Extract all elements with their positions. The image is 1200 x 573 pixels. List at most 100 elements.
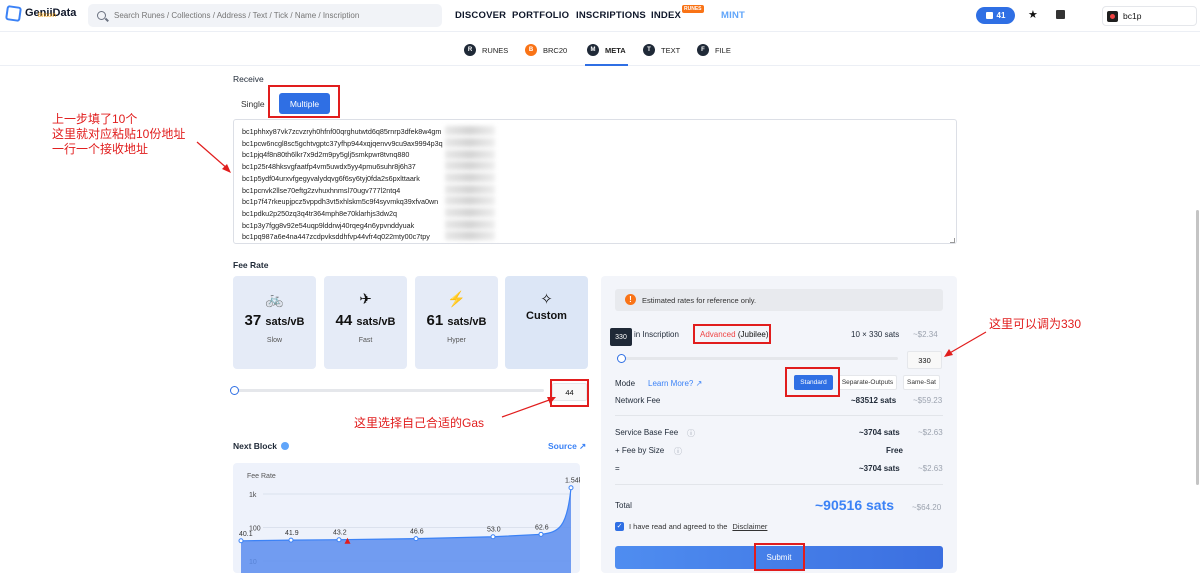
runes-badge: RUNES [682,5,704,13]
address-line: bc1pq987a6e4na447zcdpvksddhfvp44vfr4q022… [242,232,430,242]
redacted-block [445,173,495,182]
nav-inscriptions[interactable]: INSCRIPTIONS [576,10,646,21]
notification-button[interactable]: 41 [976,7,1015,24]
total-usd: ~$64.20 [912,503,942,512]
fee-option-slow[interactable]: 🚲 37 sats/vB Slow [233,276,316,369]
chart-point [568,485,574,491]
tab-brc20[interactable]: B BRC20 [525,44,567,56]
redacted-block [445,231,495,240]
tab-label: BRC20 [543,45,568,55]
fee-slider-handle[interactable] [230,386,239,395]
tab-meta[interactable]: M META [585,44,628,66]
nav-discover[interactable]: DISCOVER [455,10,506,21]
mode-separate-outputs[interactable]: Separate-Outputs [838,375,897,390]
help-icon[interactable]: ⓘ [687,428,695,439]
redacted-block [445,220,495,229]
annotation-arrow [944,331,987,357]
chart-point [336,537,342,543]
tab-runes[interactable]: R RUNES [464,44,508,56]
help-icon[interactable]: ⓘ [674,446,682,457]
fee-option-fast[interactable]: ✈ 44 sats/vB Fast [324,276,407,369]
equals-label: = [615,464,620,473]
fee-name: Hyper [447,337,466,344]
resize-handle[interactable] [950,238,955,243]
mode-label: Mode [615,379,636,388]
fee-chart: Fee Rate1k1001040.141.943.246.653.062.61… [233,463,580,573]
address-line: bc1p5ydf04urxvfgegyvalydqvg6f6sy6tyj0fda… [242,173,420,183]
runes-icon: R [464,44,476,56]
info-icon: ! [625,294,636,305]
highlight-advanced [693,324,771,344]
wallet-button[interactable]: bc1p [1102,6,1197,26]
total-label: Total [615,501,632,510]
nav-mint[interactable]: MINT [721,10,745,21]
address-line: bc1p25r48hksvgfaatfp4vm5uwdx5yy4pmu6suhr… [242,162,416,172]
highlight-multiple [268,85,340,118]
fee-option-custom[interactable]: ✧ Custom [505,276,588,369]
address-line: bc1pjq4f8n80th6lkr7x9d2m9py5glj5smkpwr8t… [242,150,410,160]
fee-rate-label: Fee Rate [233,260,269,270]
equals-usd: ~$2.63 [918,464,943,473]
annotation-line: 上一步填了10个 [52,112,138,126]
chart-point [238,538,244,544]
search-bar[interactable] [88,4,442,27]
live-dot-icon [281,442,289,450]
chart-y-label: Fee Rate [247,473,276,480]
address-line: bc1p3y7fgg8v92e54uqp9lddrwj40rqeg4n6ypvn… [242,220,415,230]
sat-slider-handle[interactable] [617,354,626,363]
annotation-arrow [196,141,231,173]
chart-point [538,531,544,537]
tab-file[interactable]: F FILE [697,44,731,56]
agree-checkbox[interactable]: ✓ [615,522,624,531]
annotation-330: 这里可以调为330 [989,317,1082,331]
redacted-block [445,161,495,170]
inbox-icon [985,12,993,19]
brc20-icon: B [525,44,537,56]
search-icon [97,11,106,20]
fee-value: 44 [335,312,353,329]
sat-slider-track[interactable] [621,357,898,360]
chart-point [413,536,419,542]
agree-text: I have read and agreed to the [629,522,728,531]
scrollbar[interactable] [1196,210,1199,485]
sat-value-input[interactable]: 330 [907,351,942,369]
fee-option-hyper[interactable]: ⚡ 61 sats/vB Hyper [415,276,498,369]
equals-value: ~3704 sats [859,464,900,473]
address-line: bc1pdku2p250zq3q4tr364mph8e70klarhjs3dw2… [242,208,398,218]
address-line: bc1pcw6ncgl8sc5gchtvgptc37yfhp944xqjqenv… [242,138,443,148]
text-icon: T [643,44,655,56]
fee-slider-track[interactable] [234,389,544,392]
gift-icon[interactable] [1056,10,1065,19]
network-fee-label: Network Fee [615,396,661,405]
data-label: 41.9 [285,530,299,537]
annotation-arrow [501,397,556,418]
redacted-block [445,138,495,147]
info-text: Estimated rates for reference only. [642,295,757,305]
address-textarea[interactable]: bc1phhxy87vk7zcvzryh0hfnf00qrghutwtd6q85… [233,119,957,244]
custom-label: Custom [526,310,567,322]
data-label: 40.1 [239,531,253,538]
nav-portfolio[interactable]: PORTFOLIO [512,10,569,21]
divider [615,484,943,485]
network-fee-value: ~83512 sats [851,396,897,405]
tab-text[interactable]: T TEXT [643,44,680,56]
disclaimer-link[interactable]: Disclaimer [732,522,767,531]
fee-unit: sats/vB [447,316,487,328]
plane-icon: ✈ [359,291,372,308]
data-label: 43.2 [333,530,347,537]
star-icon[interactable]: ★ [1028,8,1038,21]
nav-index[interactable]: INDEX [651,10,681,21]
total-value: ~90516 sats [815,497,895,513]
learn-more-link[interactable]: Learn More? ↗ [648,379,702,388]
file-icon: F [697,44,709,56]
mode-same-sat[interactable]: Same-Sat [903,375,940,390]
divider [615,415,943,416]
fee-name: Fast [358,337,373,344]
network-fee-usd: ~$59.23 [913,396,943,405]
search-input[interactable] [114,11,414,20]
single-option[interactable]: Single [241,99,265,109]
source-link[interactable]: Source ↗ [548,441,586,452]
inscription-value: 10 × 330 sats [851,330,900,339]
next-block-label: Next Block [233,441,277,451]
agree-row[interactable]: ✓ I have read and agreed to the Disclaim… [615,522,767,531]
